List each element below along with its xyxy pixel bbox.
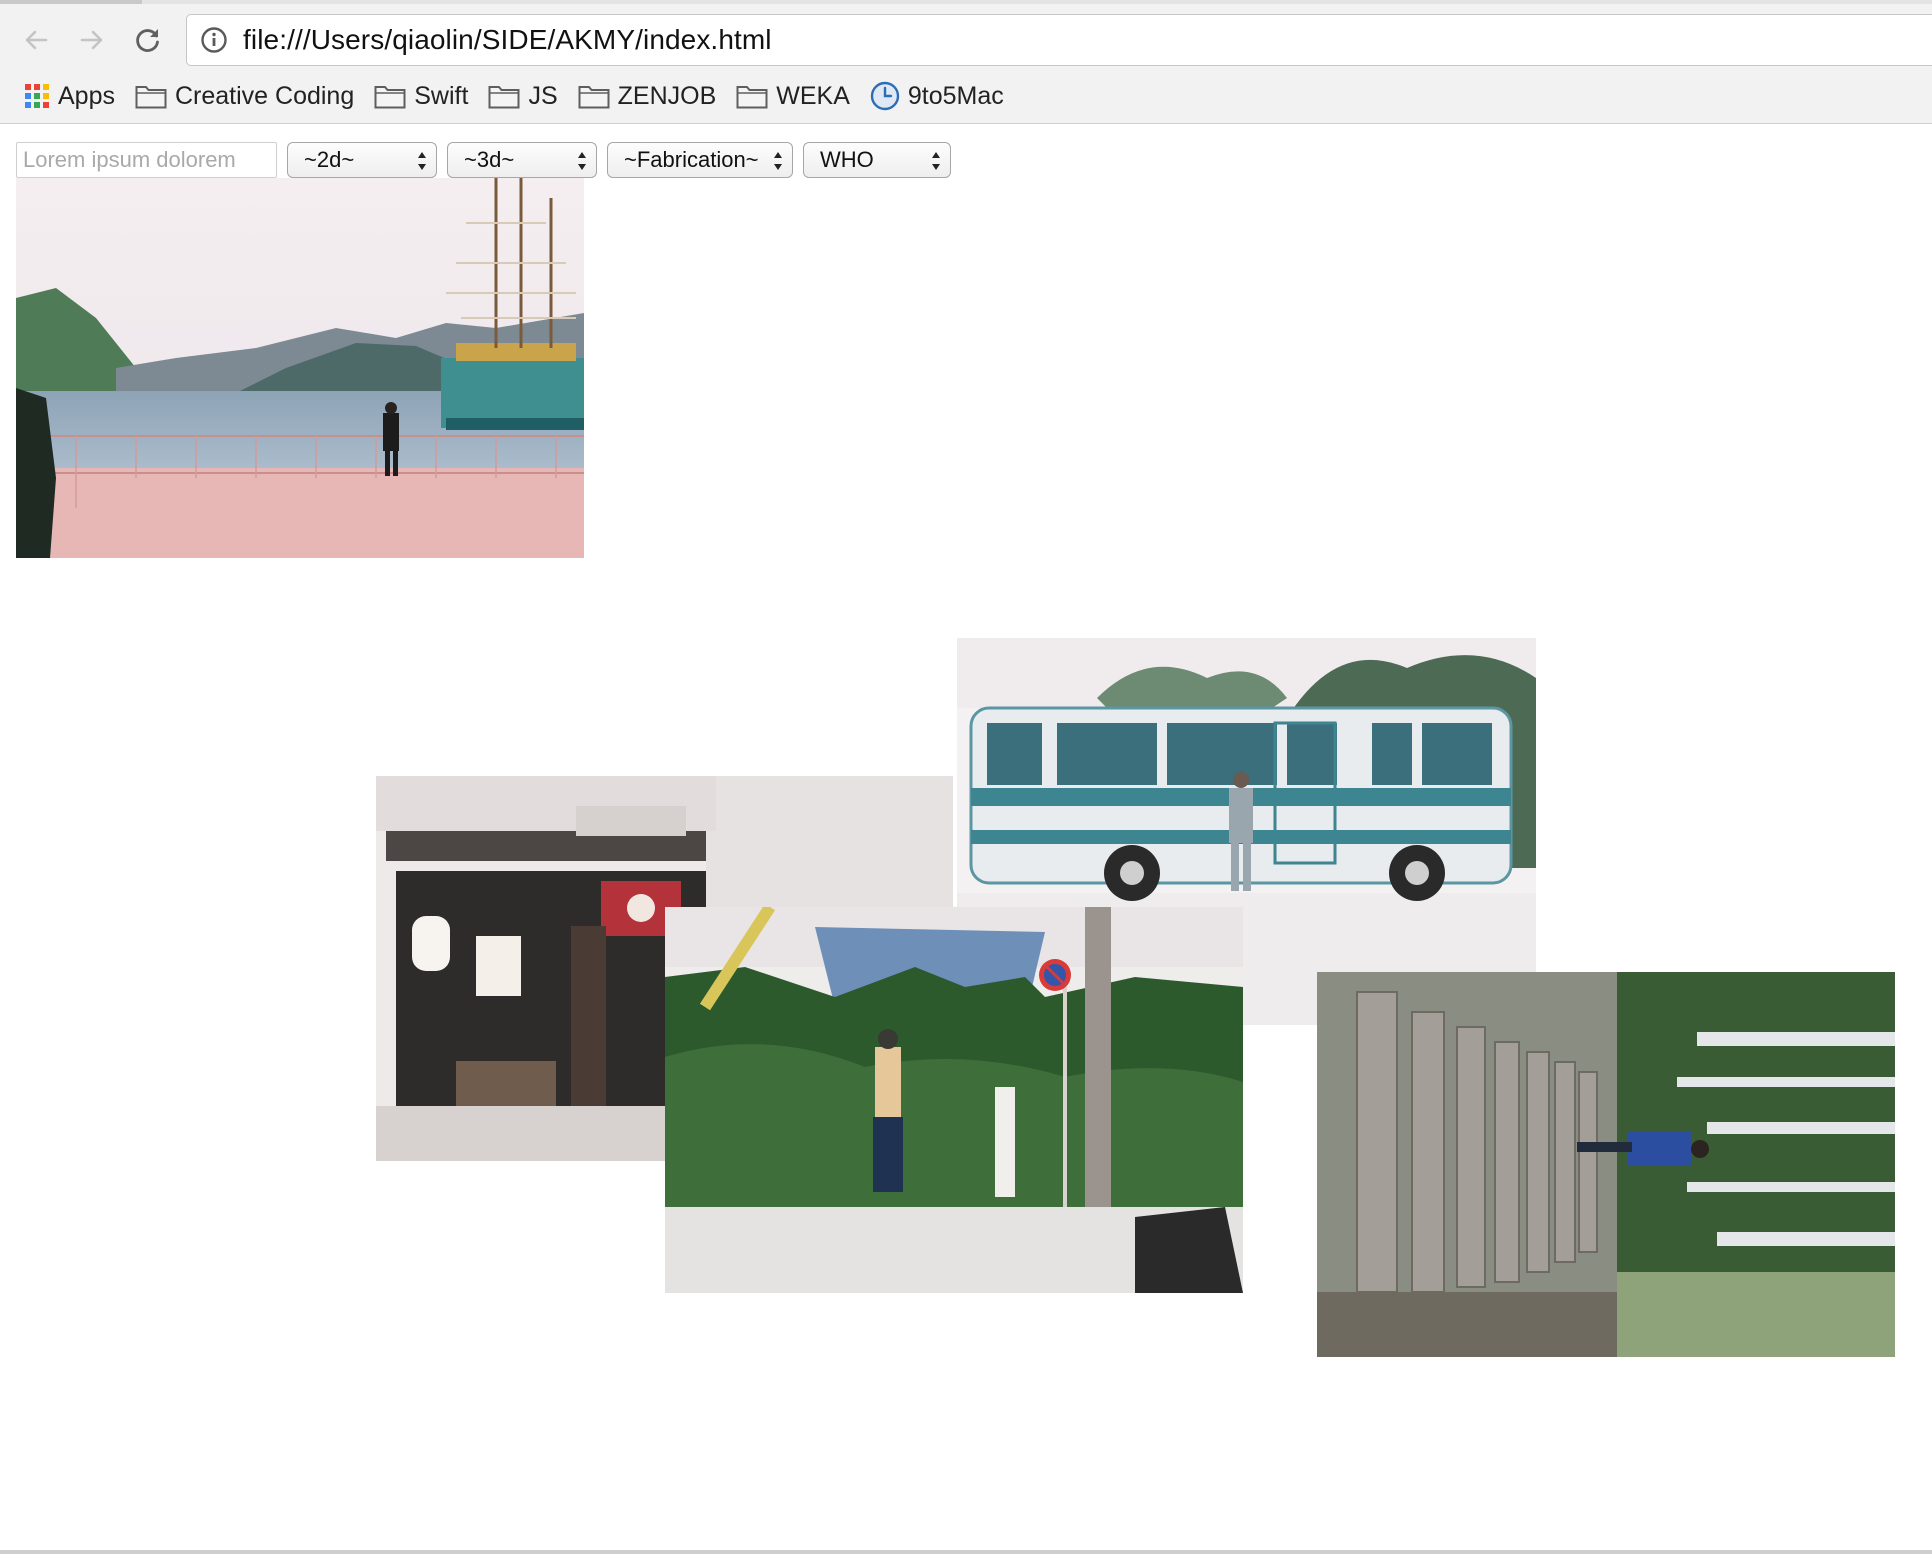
bookmark-creative-coding[interactable]: Creative Coding	[135, 76, 354, 116]
search-input[interactable]	[16, 142, 277, 178]
address-bar[interactable]: file:///Users/qiaolin/SIDE/AKMY/index.ht…	[186, 14, 1932, 66]
select-arrows-icon	[418, 152, 426, 170]
select-fabrication-value: ~Fabrication~	[624, 147, 759, 172]
ivy-wall-street-photo[interactable]	[665, 907, 1243, 1293]
bookmark-js[interactable]: JS	[488, 76, 558, 116]
bookmark-label: ZENJOB	[617, 81, 717, 110]
folder-icon	[488, 86, 520, 109]
select-3d[interactable]: ~3d~	[447, 142, 597, 178]
folder-icon	[135, 86, 167, 109]
select-who[interactable]: WHO	[803, 142, 951, 178]
folder-icon	[578, 86, 610, 109]
forward-button[interactable]	[72, 20, 112, 60]
arrow-left-icon	[25, 30, 48, 50]
clock-icon	[870, 81, 900, 111]
bookmark-label: Swift	[414, 81, 469, 110]
select-arrows-icon	[774, 152, 782, 170]
stone-lanterns-forest-photo[interactable]	[1317, 972, 1895, 1357]
folder-icon	[736, 86, 768, 109]
bookmark-zenjob[interactable]: ZENJOB	[578, 76, 717, 116]
bookmark-weka[interactable]: WEKA	[736, 76, 850, 116]
folder-icon	[374, 86, 406, 109]
select-2d[interactable]: ~2d~	[287, 142, 437, 178]
back-button[interactable]	[16, 20, 56, 60]
select-who-value: WHO	[820, 147, 874, 172]
bookmark-label: WEKA	[776, 81, 850, 110]
filter-controls: ~2d~ ~3d~ ~Fabrication~ WHO	[16, 142, 951, 178]
bookmark-label: Apps	[58, 81, 115, 110]
info-icon[interactable]	[199, 25, 229, 55]
arrow-right-icon	[80, 30, 103, 50]
browser-chrome: file:///Users/qiaolin/SIDE/AKMY/index.ht…	[0, 0, 1932, 124]
select-2d-value: ~2d~	[304, 147, 355, 172]
bookmark-swift[interactable]: Swift	[374, 76, 468, 116]
select-fabrication[interactable]: ~Fabrication~	[607, 142, 793, 178]
bookmark-9to5mac[interactable]: 9to5Mac	[870, 76, 1004, 116]
bookmark-label: Creative Coding	[174, 81, 355, 110]
tab-strip	[0, 0, 1932, 4]
select-arrows-icon	[932, 152, 940, 170]
lake-pirate-ship-photo[interactable]	[16, 178, 584, 558]
apps-grid-icon	[25, 84, 49, 108]
page-bottom-edge	[0, 1550, 1932, 1554]
reload-button[interactable]	[128, 20, 168, 60]
bookmark-label: 9to5Mac	[907, 81, 1004, 110]
select-3d-value: ~3d~	[464, 147, 515, 172]
select-arrows-icon	[578, 152, 586, 170]
bookmark-apps[interactable]: Apps	[24, 76, 115, 116]
address-url: file:///Users/qiaolin/SIDE/AKMY/index.ht…	[243, 24, 772, 55]
reload-icon	[136, 29, 159, 52]
bookmark-label: JS	[528, 81, 558, 110]
bookmarks-bar: Apps Creative Coding Swift JS ZENJOB WEK…	[24, 76, 1024, 116]
